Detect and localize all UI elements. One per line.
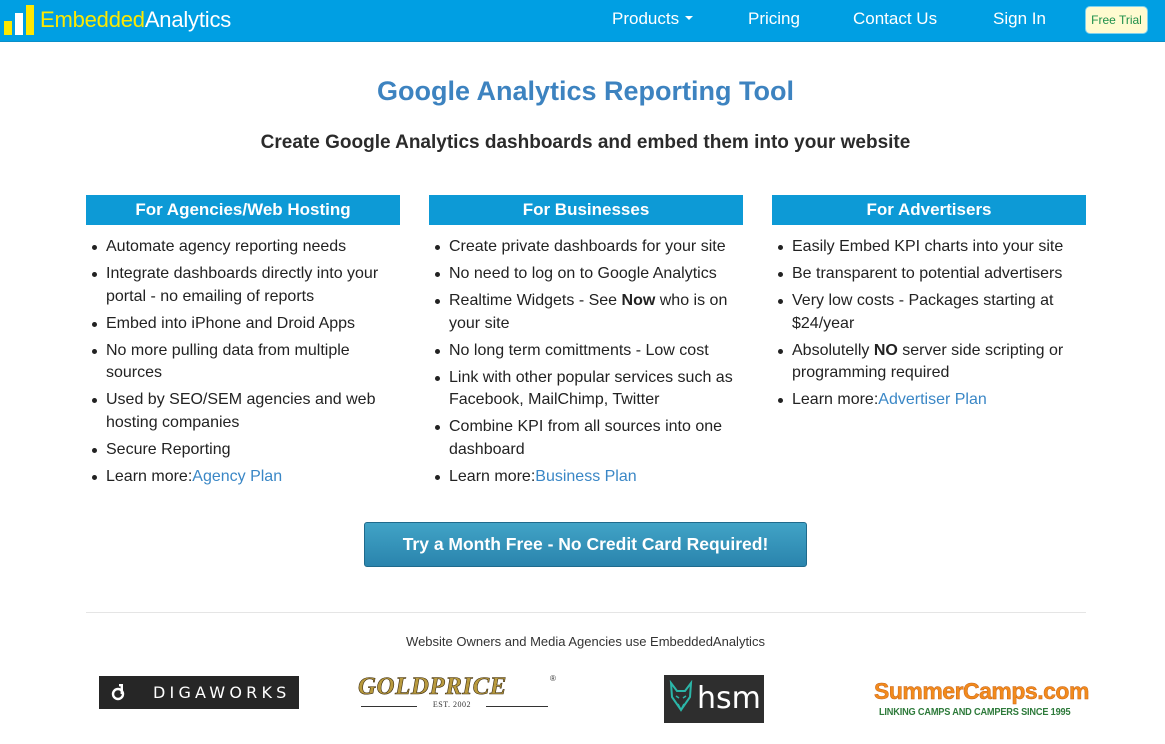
nav-products-label: Products: [612, 9, 680, 28]
list-item-emphasis: Now: [621, 292, 656, 309]
brand-name-part1: Embedded: [40, 7, 145, 32]
page-subtitle: Create Google Analytics dashboards and e…: [260, 132, 911, 153]
summercamps-wordmark: SummerCamps.com: [874, 678, 1090, 705]
list-item: No long term comittments - Low cost: [429, 340, 743, 363]
goldprice-established: EST. 2002: [432, 700, 472, 709]
caret-down-icon: [685, 15, 694, 20]
learn-more-label: Learn more:: [449, 467, 536, 485]
page-title: Google Analytics Reporting Tool: [376, 76, 794, 106]
brand-name-part2: Analytics: [144, 7, 232, 32]
agencies-column: For Agencies/Web Hosting Automate agency…: [86, 195, 400, 493]
list-item-learn-more: Learn more:Advertiser Plan: [772, 389, 1086, 412]
feature-list: Create private dashboards for your site …: [429, 236, 743, 488]
free-trial-button[interactable]: Free Trial: [1085, 6, 1148, 34]
list-item: Be transparent to potential advertisers: [772, 263, 1086, 286]
clients-caption: Website Owners and Media Agencies use Em…: [406, 634, 765, 649]
column-heading: For Businesses: [429, 195, 743, 225]
nav-signin-link[interactable]: Sign In: [993, 0, 1046, 42]
hsm-logo[interactable]: hsm: [664, 675, 764, 723]
goldprice-logo[interactable]: GOLDPRICE ® EST. 2002: [358, 672, 558, 714]
list-item: Combine KPI from all sources into one da…: [429, 416, 743, 461]
list-item: Absolutelly NO server side scripting or …: [772, 340, 1086, 385]
summercamps-tagline: LINKING CAMPS AND CAMPERS SINCE 1995: [879, 707, 1071, 718]
try-free-button[interactable]: Try a Month Free - No Credit Card Requir…: [364, 522, 807, 567]
section-divider: [86, 612, 1086, 613]
learn-more-label: Learn more:: [792, 391, 879, 408]
digaworks-mark-icon: [111, 684, 125, 701]
list-item: No more pulling data from multiple sourc…: [86, 340, 400, 385]
agency-plan-link[interactable]: Agency Plan: [192, 468, 282, 485]
list-item: Create private dashboards for your site: [429, 236, 743, 259]
advertiser-plan-link[interactable]: Advertiser Plan: [878, 391, 987, 408]
list-item-text: Absolutelly: [792, 341, 874, 359]
hsm-wordmark: hsm: [697, 681, 761, 716]
list-item: Realtime Widgets - See Now who is on you…: [429, 290, 743, 335]
list-item-emphasis: NO: [873, 341, 898, 359]
list-item: Link with other popular services such as…: [429, 367, 743, 412]
nav-products-dropdown[interactable]: Products: [612, 0, 694, 42]
advertisers-column: For Advertisers Easily Embed KPI charts …: [772, 195, 1086, 416]
decorative-rule: [486, 706, 548, 707]
list-item-learn-more: Learn more:Business Plan: [429, 466, 743, 489]
feature-list: Easily Embed KPI charts into your site B…: [772, 236, 1086, 412]
list-item: Very low costs - Packages starting at $2…: [772, 290, 1086, 335]
column-heading: For Agencies/Web Hosting: [86, 195, 400, 225]
list-item: Integrate dashboards directly into your …: [86, 263, 400, 308]
top-navbar: EmbeddedAnalytics Products Pricing Conta…: [0, 0, 1165, 42]
registered-mark: ®: [550, 674, 556, 683]
learn-more-label: Learn more:: [106, 467, 193, 485]
businesses-column: For Businesses Create private dashboards…: [429, 195, 743, 493]
business-plan-link[interactable]: Business Plan: [535, 468, 636, 485]
nav-pricing-link[interactable]: Pricing: [748, 0, 800, 42]
summercamps-logo[interactable]: SummerCamps.com LINKING CAMPS AND CAMPER…: [872, 676, 1090, 722]
goldprice-wordmark: GOLDPRICE: [358, 673, 507, 701]
list-item: Easily Embed KPI charts into your site: [772, 236, 1086, 259]
list-item: Secure Reporting: [86, 439, 400, 462]
brand-name: EmbeddedAnalytics: [40, 9, 231, 31]
feature-list: Automate agency reporting needs Integrat…: [86, 236, 400, 488]
digaworks-wordmark: DIGAWORKS: [153, 683, 291, 702]
bar-chart-icon: [4, 5, 36, 35]
nav-contact-link[interactable]: Contact Us: [853, 0, 937, 42]
column-heading: For Advertisers: [772, 195, 1086, 225]
brand-logo-link[interactable]: EmbeddedAnalytics: [4, 4, 231, 36]
list-item: Used by SEO/SEM agencies and web hosting…: [86, 389, 400, 434]
list-item: Automate agency reporting needs: [86, 236, 400, 259]
digaworks-logo[interactable]: DIGAWORKS: [99, 676, 299, 709]
list-item: Embed into iPhone and Droid Apps: [86, 313, 400, 336]
decorative-rule: [361, 706, 417, 707]
list-item-text: Realtime Widgets - See: [449, 292, 622, 309]
list-item-learn-more: Learn more:Agency Plan: [86, 466, 400, 489]
fox-icon: [669, 680, 693, 712]
list-item: No need to log on to Google Analytics: [429, 263, 743, 286]
